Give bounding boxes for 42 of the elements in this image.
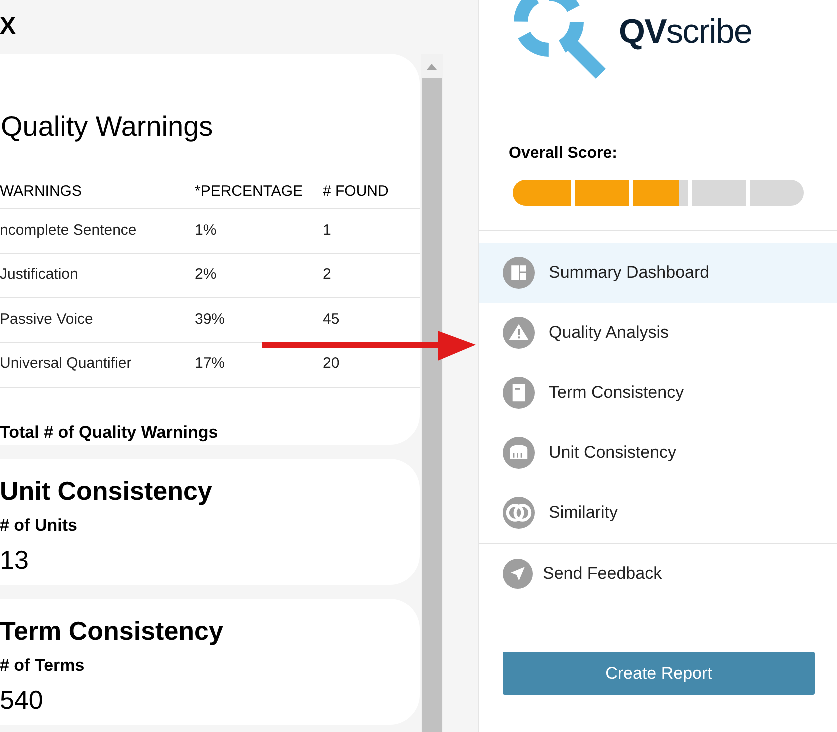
table-cell-text: 1 (323, 220, 332, 241)
sidebar-item[interactable]: Summary Dashboard (479, 243, 837, 303)
table-cell-text: 45 (323, 310, 341, 330)
create-report-button[interactable]: Create Report (503, 652, 815, 695)
total-label: Total # of Quality Warnings (0, 422, 220, 444)
table-cell-text: 17% (195, 354, 226, 374)
table-cell-text: 20 (323, 354, 341, 374)
card-value: 13 (0, 544, 30, 576)
table-cell-text: Justification (0, 265, 80, 286)
card-label: # of Terms (0, 655, 86, 677)
table-cell-text: 1% (195, 220, 218, 241)
logo-text: QVscribe (619, 12, 752, 52)
coin-stack-icon (503, 437, 535, 469)
table-cell-text: ncomplete Sentence (0, 220, 138, 241)
sidebar-item-label: Term Consistency (549, 382, 684, 404)
close-button[interactable]: X (0, 15, 16, 39)
column-header: # FOUND (323, 182, 390, 202)
dashboard-icon (503, 257, 535, 289)
warning-icon (503, 317, 535, 349)
paper-plane-icon (503, 559, 533, 589)
table-cell-text: 39% (195, 310, 226, 330)
column-header: *PERCENTAGE (195, 182, 304, 202)
table-cell-text: 2% (195, 265, 218, 286)
feedback-label: Send Feedback (543, 563, 662, 586)
card-label: # of Units (0, 515, 78, 537)
table-cell-text: Universal Quantifier (0, 354, 133, 374)
sidebar-item-label: Summary Dashboard (549, 262, 710, 284)
table-cell-text: Passive Voice (0, 310, 94, 330)
section-title: Quality Warnings (0, 110, 214, 144)
card-title: Term Consistency (0, 615, 224, 647)
circles-icon (503, 497, 535, 529)
book-icon (503, 377, 535, 409)
table-cell-text: 2 (323, 265, 332, 286)
column-header: WARNINGS (0, 182, 83, 202)
sidebar-item-label: Similarity (549, 502, 618, 524)
card-value: 540 (0, 684, 44, 716)
sidebar-item-label: Quality Analysis (549, 322, 669, 344)
feedback-link[interactable]: Send Feedback (479, 544, 837, 604)
sidebar-item-label: Unit Consistency (549, 442, 677, 464)
card-title: Unit Consistency (0, 475, 214, 507)
score-label: Overall Score: (508, 144, 618, 164)
scroll-up-icon[interactable] (427, 64, 437, 70)
